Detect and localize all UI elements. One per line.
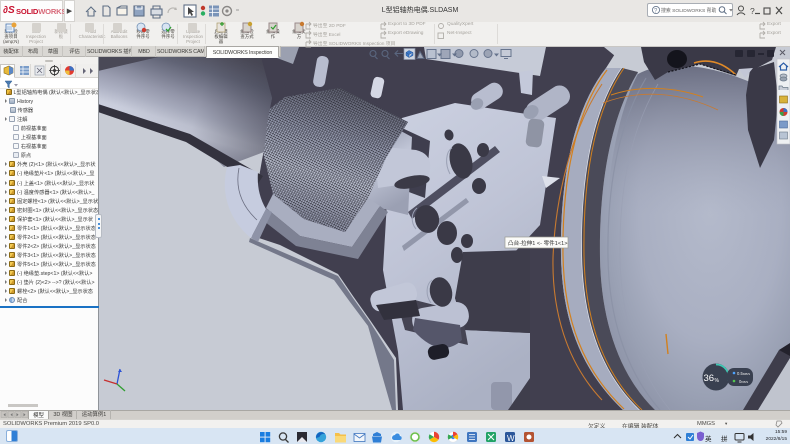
svg-text:W: W (507, 434, 515, 443)
svg-text:?: ? (750, 6, 755, 16)
svg-text:搜索 SOLIDWORKS 帮助: 搜索 SOLIDWORKS 帮助 (661, 7, 717, 14)
